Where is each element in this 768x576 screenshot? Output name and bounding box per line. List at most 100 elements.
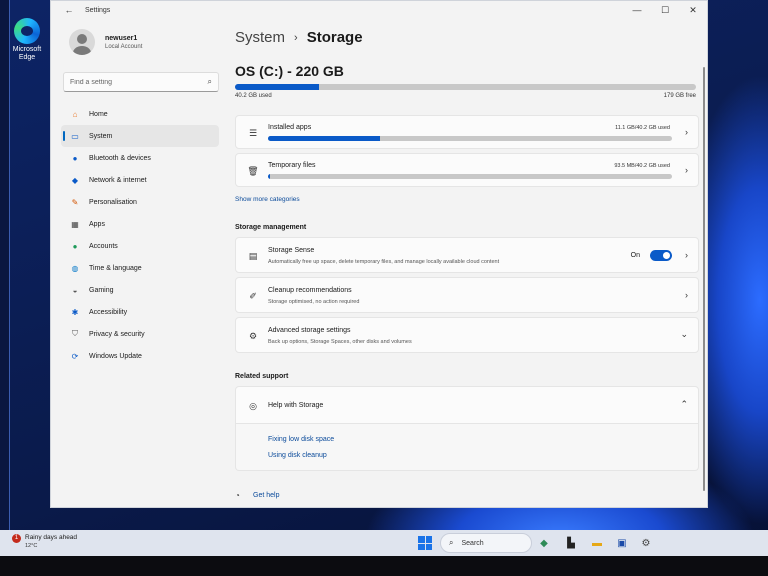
sidebar-item-label: Windows Update: [89, 352, 142, 360]
edge-icon: [14, 18, 40, 44]
chevron-right-icon: ›: [685, 127, 688, 137]
get-help-link[interactable]: ◔ Get help: [235, 491, 279, 500]
find-setting-input[interactable]: [70, 78, 208, 86]
help-with-storage-title: Help with Storage: [268, 402, 324, 409]
advanced-storage-settings-card[interactable]: ⚙ Advanced storage settings Back up opti…: [235, 317, 699, 353]
sidebar-item-label: Personalisation: [89, 198, 137, 206]
bluetooth-icon: ●: [72, 153, 78, 163]
sidebar-item-personalisation[interactable]: ✎ Personalisation: [61, 191, 219, 213]
weather-title: Rainy days ahead: [25, 534, 78, 541]
cleanup-title: Cleanup recommendations: [268, 287, 352, 294]
accessibility-icon: ✱: [71, 307, 79, 317]
profile-header[interactable]: newuser1 Local Account: [69, 29, 142, 55]
help-icon: ◔: [235, 491, 240, 500]
drive-usage-bar: [235, 84, 696, 90]
task-view-icon[interactable]: ▙: [563, 535, 579, 551]
globe-clock-icon: ◍: [71, 263, 79, 273]
sidebar-item-label: Network & internet: [89, 176, 147, 184]
category-title: Installed apps: [268, 124, 312, 131]
cleanup-desc: Storage optimised, no action required: [268, 299, 360, 305]
person-icon: ●: [72, 241, 78, 251]
copilot-icon[interactable]: ◆: [536, 535, 552, 551]
profile-account-type: Local Account: [105, 43, 143, 50]
desktop-icon-label: Microsoft Edge: [12, 46, 42, 61]
sidebar-item-bluetooth[interactable]: ● Bluetooth & devices: [61, 147, 219, 169]
taskbar: 1 Rainy days ahead 12°C ⌕ Search ◆ ▙ ▬ ▣…: [0, 530, 768, 556]
sidebar-item-home[interactable]: ⌂ Home: [61, 103, 219, 125]
drive-free-label: 179 GB free: [663, 93, 696, 99]
window-title: Settings: [85, 6, 111, 14]
sidebar-item-accessibility[interactable]: ✱ Accessibility: [61, 301, 219, 323]
cleanup-recommendations-card[interactable]: ✐ Cleanup recommendations Storage optimi…: [235, 277, 699, 313]
sidebar-item-label: Bluetooth & devices: [89, 154, 151, 162]
close-button[interactable]: ✕: [679, 1, 707, 19]
list-icon: ☰: [248, 127, 258, 138]
drive-usage-fill: [235, 84, 320, 90]
minimize-button[interactable]: —: [623, 1, 651, 19]
gear-icon: ⚙: [248, 330, 258, 341]
storage-sense-title: Storage Sense: [268, 247, 315, 254]
back-arrow-icon[interactable]: ←: [61, 5, 77, 15]
taskbar-search[interactable]: ⌕ Search: [440, 533, 532, 553]
desktop-icon-edge[interactable]: Microsoft Edge: [10, 18, 44, 62]
get-help-label: Get help: [253, 492, 280, 499]
toggle-state-label: On: [630, 252, 640, 259]
sidebar-item-label: Home: [89, 110, 108, 118]
store-icon[interactable]: ▣: [614, 535, 630, 551]
storage-sense-toggle[interactable]: [650, 250, 672, 261]
sidebar-item-label: Gaming: [89, 286, 114, 294]
system-icon: ▭: [71, 131, 79, 141]
settings-gear-icon[interactable]: ⚙: [638, 535, 654, 551]
category-usage-bar: [268, 136, 672, 141]
sidebar-item-gaming[interactable]: ◒ Gaming: [61, 279, 219, 301]
advanced-title: Advanced storage settings: [268, 327, 351, 334]
sidebar-item-windows-update[interactable]: ⟳ Windows Update: [61, 345, 219, 367]
chevron-right-icon: ›: [685, 165, 688, 175]
breadcrumb-parent[interactable]: System: [235, 29, 285, 46]
scrollbar[interactable]: [703, 67, 705, 491]
chevron-right-icon: ›: [685, 250, 688, 260]
chevron-down-icon: ⌄: [680, 329, 688, 339]
sidebar-item-time-language[interactable]: ◍ Time & language: [61, 257, 219, 279]
support-link-low-disk[interactable]: Fixing low disk space: [268, 436, 334, 443]
sidebar-item-label: Accessibility: [89, 308, 128, 316]
maximize-button[interactable]: ☐: [651, 1, 679, 19]
globe-icon: ◎: [249, 400, 257, 411]
category-usage-fill: [268, 136, 380, 141]
trash-icon: 🗑: [247, 165, 259, 176]
drive-used-label: 40.2 GB used: [235, 93, 272, 99]
sidebar-item-label: Time & language: [89, 264, 142, 272]
installed-apps-card[interactable]: ☰ Installed apps 11.1 GB/40.2 GB used ›: [235, 115, 699, 149]
start-button[interactable]: [418, 536, 432, 550]
search-icon: ⌕: [449, 538, 454, 547]
sidebar-item-label: Accounts: [89, 242, 118, 250]
sidebar-item-apps[interactable]: ▦ Apps: [61, 213, 219, 235]
help-with-storage-card[interactable]: ◎ Help with Storage ⌃: [235, 386, 699, 424]
search-icon[interactable]: ⌕: [208, 77, 212, 87]
support-link-disk-cleanup[interactable]: Using disk cleanup: [268, 452, 327, 459]
windows-logo-icon: [418, 543, 425, 550]
help-with-storage-links: Fixing low disk space Using disk cleanup: [235, 424, 699, 471]
left-screen-edge: [0, 0, 10, 530]
temporary-files-card[interactable]: 🗑 Temporary files 93.5 MB/40.2 GB used ›: [235, 153, 699, 187]
file-explorer-icon[interactable]: ▬: [589, 535, 605, 551]
show-more-categories-link[interactable]: Show more categories: [235, 196, 300, 203]
screen-bezel: [0, 556, 768, 576]
apps-icon: ▦: [71, 219, 79, 229]
shield-icon: ⛉: [72, 329, 78, 338]
storage-sense-card[interactable]: ▤ Storage Sense Automatically free up sp…: [235, 237, 699, 273]
home-icon: ⌂: [72, 109, 78, 119]
sidebar-item-system[interactable]: ▭ System: [61, 125, 219, 147]
weather-widget[interactable]: 1 Rainy days ahead 12°C: [12, 534, 77, 549]
category-usage: 93.5 MB/40.2 GB used: [614, 163, 670, 169]
weather-temp: 12°C: [25, 543, 38, 549]
category-usage-bar: [268, 174, 672, 179]
category-usage: 11.1 GB/40.2 GB used: [615, 125, 670, 131]
sidebar-item-label: Apps: [89, 220, 105, 228]
sidebar-item-network[interactable]: ◆ Network & internet: [61, 169, 219, 191]
sidebar-item-accounts[interactable]: ● Accounts: [61, 235, 219, 257]
sidebar-item-privacy[interactable]: ⛉ Privacy & security: [61, 323, 219, 345]
main-content: System › Storage OS (C:) - 220 GB 40.2 G…: [235, 19, 705, 507]
broom-icon: ✐: [249, 290, 257, 301]
windows-logo-icon: [418, 536, 425, 543]
